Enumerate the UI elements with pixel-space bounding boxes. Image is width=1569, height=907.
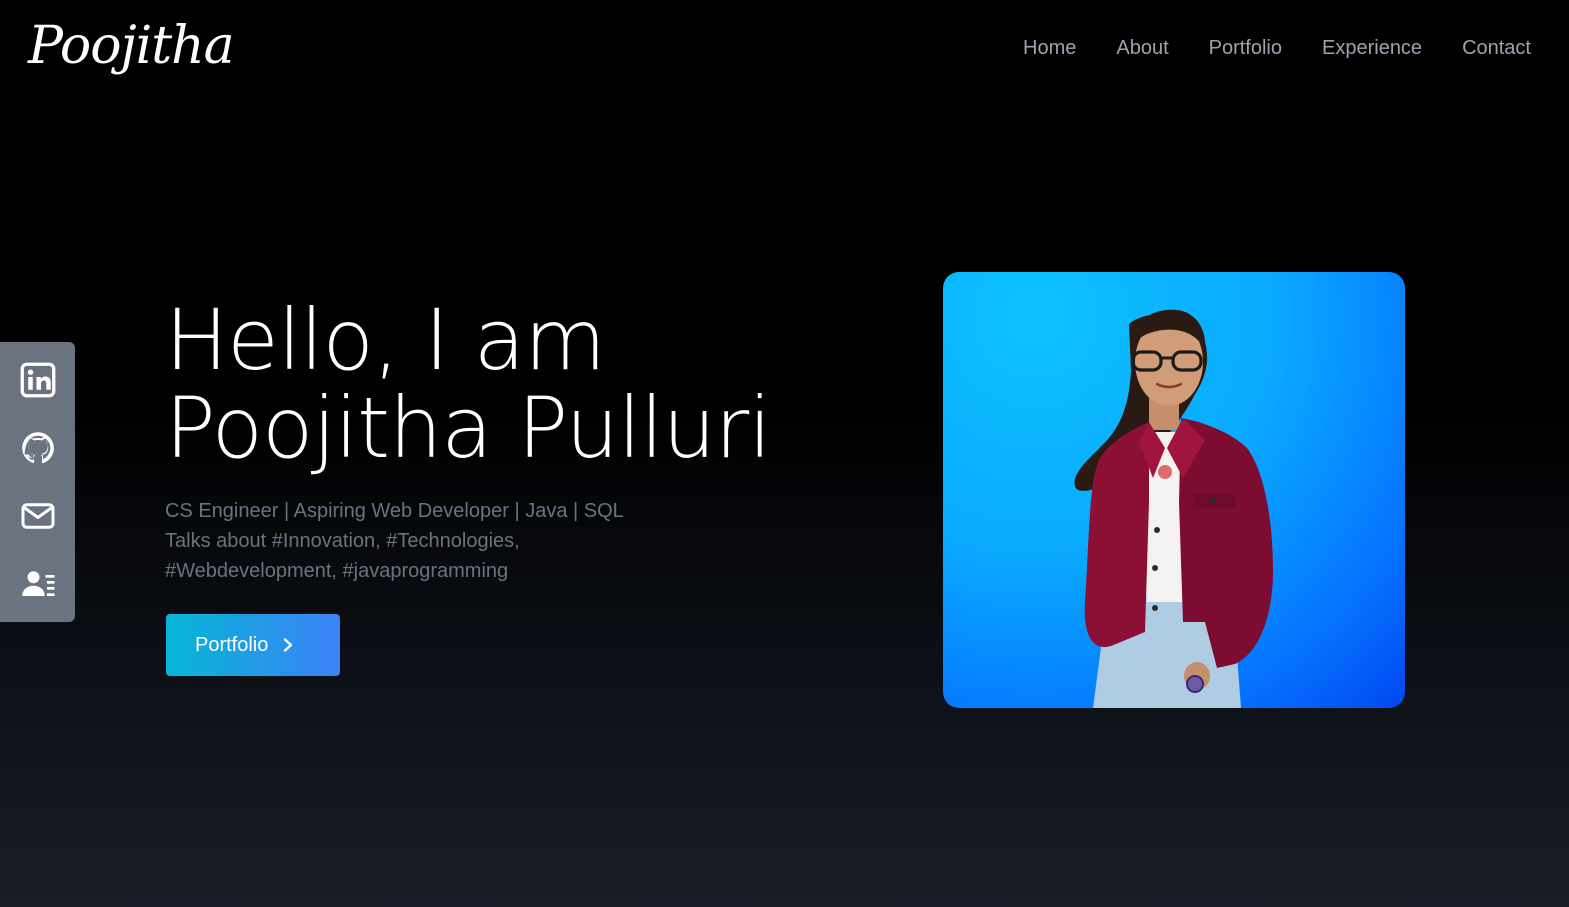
person-illustration [1074,309,1273,708]
nav-contact[interactable]: Contact [1462,34,1531,62]
hero-subtitle: CS Engineer | Aspiring Web Developer | J… [165,496,645,586]
logo[interactable]: Poojitha [28,8,235,84]
linkedin-link[interactable] [18,360,58,400]
email-link[interactable] [18,496,58,536]
hero-title: Hello, I am Poojitha Pulluri [165,291,772,477]
nav-about[interactable]: About [1116,34,1168,62]
hero-subtitle-line-3: #Webdevelopment, #javaprogramming [165,560,509,582]
portfolio-button-label: Portfolio [195,633,269,656]
profile-photo [943,272,1405,708]
mail-icon [21,503,54,529]
resume-icon [21,571,54,596]
nav-experience[interactable]: Experience [1322,34,1422,62]
resume-link[interactable] [18,564,58,604]
portfolio-page: Poojitha Home About Portfolio Experience… [0,0,1569,907]
social-sidebar [0,342,75,622]
chevron-right-icon [284,638,293,652]
linkedin-icon [20,362,55,398]
github-link[interactable] [18,428,58,468]
portfolio-button[interactable]: Portfolio [166,614,340,676]
hero-title-line-2: Poojitha Pulluri [165,379,772,477]
nav-portfolio[interactable]: Portfolio [1209,34,1282,62]
hero-subtitle-line-2: Talks about #Innovation, #Technologies, [165,530,520,552]
hero-subtitle-line-1: CS Engineer | Aspiring Web Developer | J… [165,500,624,522]
nav-home[interactable]: Home [1023,34,1076,62]
github-icon [21,432,54,464]
hero-title-line-1: Hello, I am [165,291,606,389]
main-nav: Home About Portfolio Experience Contact [1023,34,1531,62]
